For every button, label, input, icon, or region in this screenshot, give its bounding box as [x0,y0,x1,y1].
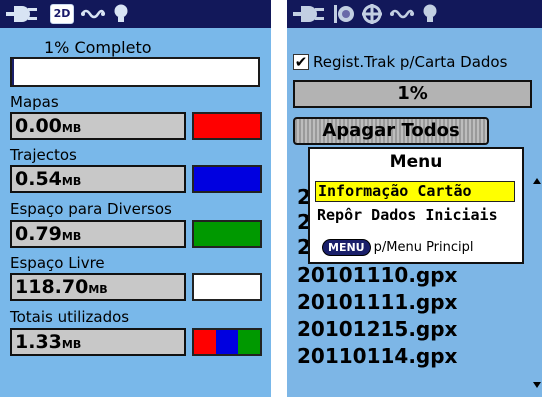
free-space-value-unit: MB [88,283,108,296]
menu-item-reset-defaults[interactable]: Repôr Dados Iniciais [315,205,515,226]
total-used-swatch-segment [238,330,260,354]
maps-value-unit: MB [61,122,82,135]
total-used-value: 1.33MB [10,328,186,356]
misc-space-value-unit: MB [61,230,82,243]
total-used-swatch-segment [194,330,216,354]
list-item[interactable]: 20101111.gpx [297,290,457,314]
tracks-value-unit: MB [61,175,82,188]
crosshair-icon [361,3,383,25]
light-icon [112,3,130,25]
log-track-label: Regist.Trak p/Carta Dados [313,53,508,71]
tracks-color-swatch [192,165,262,193]
list-item[interactable]: 20110114.gpx [297,344,457,368]
total-used-value-number: 1.33 [15,331,62,353]
scroll-down-arrow-icon[interactable] [533,382,541,388]
menu-title: Menu [389,152,443,172]
free-space-value-number: 118.70 [15,276,89,298]
menu-key-icon: MENU [322,239,371,256]
free-space-label: Espaço Livre [10,254,105,272]
power-icon [293,3,327,25]
misc-space-value: 0.79MB [10,220,186,248]
list-item[interactable]: 20101215.gpx [297,317,457,341]
total-used-label: Totais utilizados [10,308,130,326]
maps-color-swatch [192,112,262,140]
delete-all-button[interactable]: Apagar Todos [293,117,489,145]
data-card-screen: ✔ Regist.Trak p/Carta Dados 1% Apagar To… [287,0,542,397]
misc-space-label: Espaço para Diversos [10,200,172,218]
track-icon [389,3,415,25]
light-icon [421,3,439,25]
tracks-value-number: 0.54 [15,168,62,190]
menu-footer-hint: MENU p/Menu Principl [322,239,474,256]
options-menu: Menu Informação Cartão Repôr Dados Inici… [308,147,524,264]
misc-space-value-number: 0.79 [15,223,62,245]
progress-fill [12,59,15,85]
scrollbar[interactable] [533,178,541,388]
log-track-checkbox-row[interactable]: ✔ Regist.Trak p/Carta Dados [293,53,507,71]
storage-info-screen: 2D 1% Completo Mapas 0.00MB Trajectos 0.… [0,0,271,397]
total-used-color-swatch [192,328,262,356]
menu-item-card-info[interactable]: Informação Cartão [315,181,515,202]
maps-value: 0.00MB [10,112,186,140]
free-space-value: 118.70MB [10,273,186,301]
status-bar [287,0,542,28]
list-item[interactable]: 20101110.gpx [297,263,457,287]
scroll-up-arrow-icon[interactable] [533,178,541,184]
tracks-value: 0.54MB [10,165,186,193]
progress-bar [10,57,260,87]
track-icon [80,3,106,25]
globe-icon [333,3,355,25]
tracks-label: Trajectos [10,146,77,164]
log-track-checkbox[interactable]: ✔ [293,54,309,70]
power-icon [6,3,40,25]
total-used-swatch-segment [216,330,238,354]
zoom-2d-icon: 2D [50,4,74,24]
free-space-color-swatch [192,273,262,301]
progress-label: 1% Completo [44,38,152,57]
card-usage-percent: 1% [293,80,532,108]
menu-footer-text: p/Menu Principl [373,240,474,255]
status-bar: 2D [0,0,271,28]
maps-value-number: 0.00 [15,115,62,137]
maps-label: Mapas [10,93,59,111]
misc-space-color-swatch [192,220,262,248]
total-used-value-unit: MB [61,338,82,351]
